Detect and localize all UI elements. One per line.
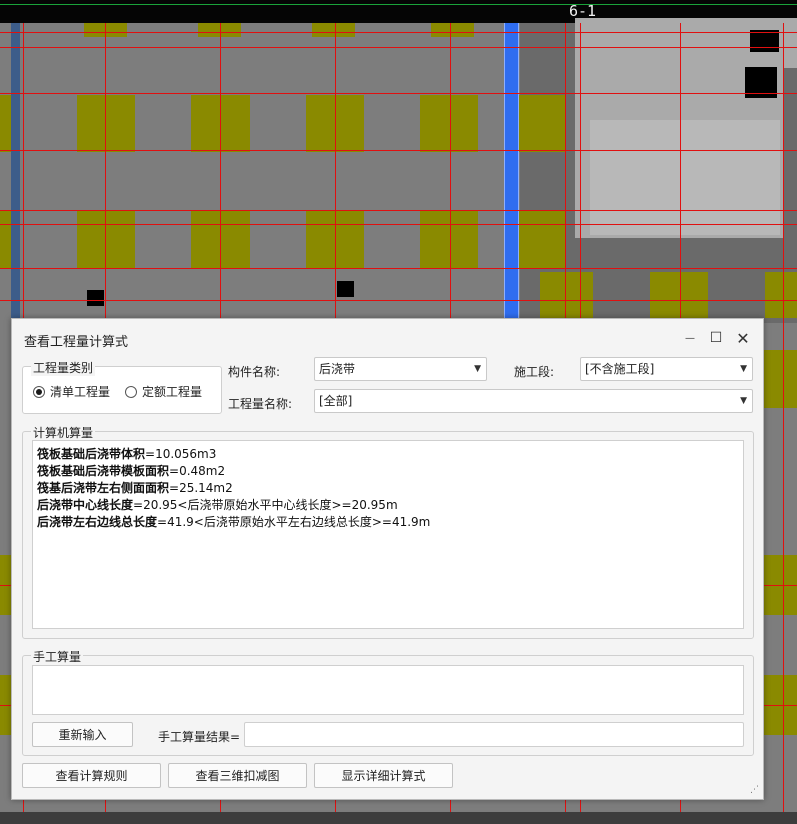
cad-beam	[11, 23, 20, 323]
construction-stage-label: 施工段:	[514, 365, 555, 379]
dialog-title: 查看工程量计算式	[24, 335, 129, 350]
radio-unchecked-icon	[125, 385, 137, 398]
component-name-select[interactable]: 后浇带 ▼	[314, 357, 487, 381]
computer-calc-legend: 计算机算量	[31, 424, 96, 441]
dialog-titlebar[interactable]: 查看工程量计算式 — ☐ ✕	[12, 319, 763, 357]
component-name-value: 后浇带	[319, 362, 356, 376]
grid-line	[0, 300, 797, 301]
manual-calc-textarea[interactable]	[32, 665, 744, 715]
calc-line: 后浇带左右边线总长度=41.9<后浇带原始水平左右边线总长度>=41.9m	[37, 514, 739, 531]
grid-line	[0, 224, 797, 225]
calc-item-name: 筏板基础后浇带模板面积	[37, 464, 170, 478]
axis-line	[0, 4, 797, 5]
construction-stage-value: [不含施工段]	[585, 362, 655, 376]
quantity-type-group: 工程量类别 清单工程量 定额工程量	[22, 359, 222, 414]
radio-quota-quantity-label: 定额工程量	[142, 385, 203, 399]
quantity-name-label: 工程量名称:	[228, 397, 293, 411]
show-detailed-formula-button[interactable]: 显示详细计算式	[314, 763, 453, 788]
radio-bill-quantity[interactable]: 清单工程量	[33, 383, 110, 400]
calc-line: 筏基后浇带左右侧面面积=25.14m2	[37, 480, 739, 497]
cad-column	[431, 23, 474, 37]
grid-line	[0, 32, 797, 33]
calc-item-value: =41.9<后浇带原始水平左右边线总长度>=41.9m	[157, 515, 431, 529]
resize-grip-icon[interactable]: ⋰	[750, 785, 760, 795]
calc-item-value: =20.95<后浇带原始水平中心线长度>=20.95m	[133, 498, 398, 512]
quantity-name-value: [全部]	[319, 394, 353, 408]
cad-column	[312, 23, 355, 37]
computer-calc-group: 计算机算量 筏板基础后浇带体积=10.056m3 筏板基础后浇带模板面积=0.4…	[22, 424, 754, 639]
grid-line	[0, 268, 797, 269]
cad-column	[518, 95, 565, 152]
cad-column	[765, 272, 797, 318]
minimize-button[interactable]: —	[681, 329, 699, 347]
construction-stage-select[interactable]: [不含施工段] ▼	[580, 357, 753, 381]
cad-column	[420, 210, 478, 268]
manual-result-label: 手工算量结果=	[158, 730, 241, 744]
cad-block	[750, 30, 779, 52]
cad-column	[650, 272, 708, 318]
radio-quota-quantity[interactable]: 定额工程量	[125, 383, 202, 400]
cad-slab	[782, 18, 797, 68]
calc-line: 筏板基础后浇带体积=10.056m3	[37, 446, 739, 463]
calc-item-value: =25.14m2	[169, 481, 233, 495]
calc-line: 筏板基础后浇带模板面积=0.48m2	[37, 463, 739, 480]
cad-block	[337, 281, 354, 297]
calc-item-name: 筏基后浇带左右侧面面积	[37, 481, 170, 495]
cad-column	[518, 210, 565, 268]
minimize-icon: —	[685, 332, 695, 344]
selected-post-pour-strip[interactable]	[504, 23, 519, 323]
maximize-icon: ☐	[709, 330, 723, 346]
cad-block	[87, 290, 104, 306]
quantity-formula-dialog[interactable]: 查看工程量计算式 — ☐ ✕ 工程量类别 清单工程量 定额工程量 构件名称: 后…	[11, 318, 764, 800]
chevron-down-icon: ▼	[740, 364, 747, 374]
cad-bottom-bar	[0, 812, 797, 824]
close-icon: ✕	[736, 328, 750, 348]
maximize-button[interactable]: ☐	[707, 329, 725, 347]
chevron-down-icon: ▼	[740, 396, 747, 406]
cad-column	[420, 95, 478, 152]
cad-column	[540, 272, 593, 318]
quantity-name-select[interactable]: [全部] ▼	[314, 389, 753, 413]
cad-column	[77, 95, 135, 152]
cad-slab	[590, 120, 780, 235]
grid-line	[783, 23, 784, 813]
cad-column	[762, 350, 797, 408]
calc-item-value: =10.056m3	[145, 447, 217, 461]
view-calc-rules-button[interactable]: 查看计算规则	[22, 763, 161, 788]
close-button[interactable]: ✕	[734, 328, 752, 348]
manual-calc-group: 手工算量 重新输入 手工算量结果=	[22, 648, 754, 756]
manual-result-input[interactable]	[244, 722, 744, 747]
component-name-label: 构件名称:	[228, 365, 281, 379]
manual-calc-legend: 手工算量	[31, 648, 84, 665]
calc-item-name: 后浇带中心线长度	[37, 498, 134, 512]
radio-checked-icon	[33, 385, 45, 398]
quantity-type-legend: 工程量类别	[31, 359, 96, 376]
calc-line: 后浇带中心线长度=20.95<后浇带原始水平中心线长度>=20.95m	[37, 497, 739, 514]
grid-line	[0, 150, 797, 151]
reenter-button[interactable]: 重新输入	[32, 722, 133, 747]
calc-item-name: 后浇带左右边线总长度	[37, 515, 158, 529]
grid-line	[0, 93, 797, 94]
computer-calc-textarea[interactable]: 筏板基础后浇带体积=10.056m3 筏板基础后浇带模板面积=0.48m2 筏基…	[32, 440, 744, 629]
chevron-down-icon: ▼	[474, 364, 481, 374]
calc-item-name: 筏板基础后浇带体积	[37, 447, 146, 461]
calc-item-value: =0.48m2	[169, 464, 226, 478]
radio-bill-quantity-label: 清单工程量	[50, 385, 111, 399]
grid-line	[0, 47, 797, 48]
view-3d-deduction-button[interactable]: 查看三维扣减图	[168, 763, 307, 788]
grid-line	[0, 210, 797, 211]
cad-column	[77, 210, 135, 268]
